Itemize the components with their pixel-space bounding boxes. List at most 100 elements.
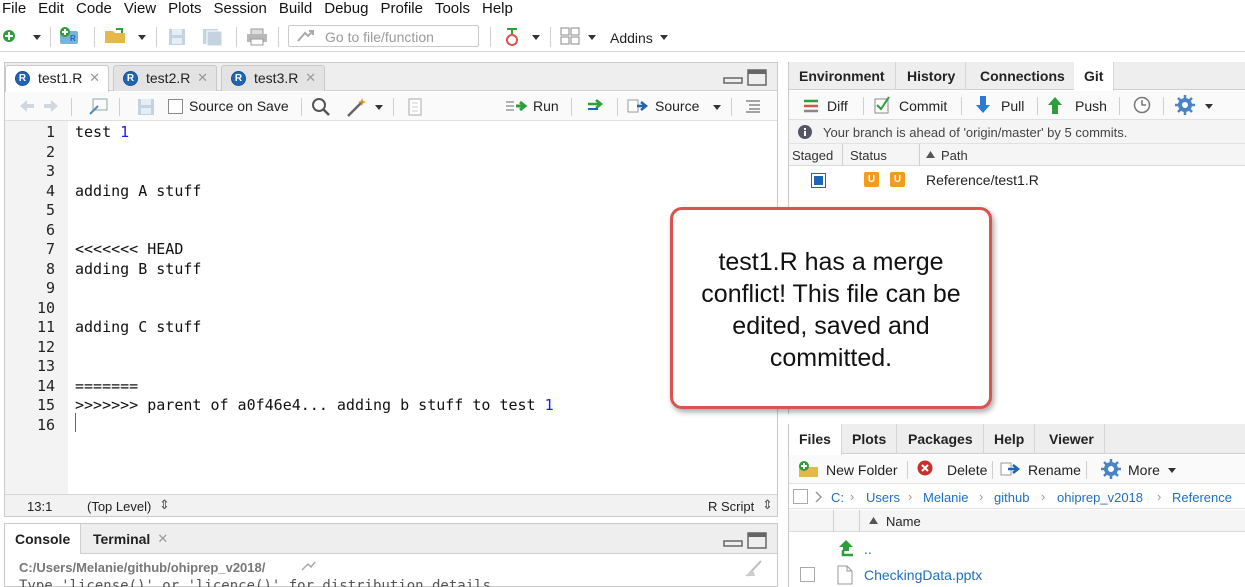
tab-test3-r[interactable]: R test3.R ✕ (221, 65, 325, 91)
code-editor[interactable]: 1 2 3 4 5 6 7 8 9 10 11 12 13 14 15 16 test 1 adding A s… (5, 121, 777, 494)
print-icon[interactable] (246, 28, 268, 46)
file-type-selector[interactable]: R Script (708, 499, 754, 514)
maximize-pane-icon[interactable] (747, 532, 767, 550)
rerun-icon[interactable] (585, 98, 607, 114)
magic-wand-icon[interactable] (345, 96, 369, 118)
tab-files[interactable]: Files (789, 424, 842, 455)
more-button[interactable]: More (1128, 462, 1160, 478)
list-item[interactable]: .. (789, 536, 1245, 562)
menu-build[interactable]: Build (273, 0, 318, 19)
close-icon[interactable]: ✕ (89, 66, 100, 90)
menu-session[interactable]: Session (208, 0, 273, 19)
updown-icon[interactable]: ⇕ (762, 497, 773, 513)
menu-code[interactable]: Code (70, 0, 118, 19)
rename-icon[interactable] (1000, 461, 1022, 477)
tab-git[interactable]: Git (1074, 62, 1115, 91)
menu-view[interactable]: View (118, 0, 162, 19)
table-row[interactable]: U U Reference/test1.R (789, 167, 1245, 193)
commit-icon[interactable] (873, 95, 891, 115)
menu-profile[interactable]: Profile (374, 0, 429, 19)
run-button[interactable]: Run (533, 98, 559, 114)
breadcrumb-users[interactable]: Users (866, 490, 900, 505)
tab-console[interactable]: Console (5, 524, 82, 554)
close-icon[interactable]: ✕ (197, 66, 208, 90)
document-outline-icon[interactable] (745, 99, 761, 113)
save-icon[interactable] (168, 28, 186, 46)
column-name[interactable]: Name (886, 514, 921, 529)
compile-report-icon[interactable] (407, 98, 423, 116)
chevron-down-icon[interactable] (375, 105, 383, 110)
chevron-down-icon[interactable] (713, 105, 721, 110)
vcs-icon[interactable] (504, 26, 524, 48)
column-path[interactable]: Path (941, 148, 968, 163)
chevron-down-icon[interactable] (138, 35, 146, 40)
file-name-link[interactable]: .. (864, 541, 872, 557)
back-arrow-icon[interactable] (19, 99, 35, 113)
run-arrow-icon[interactable] (505, 98, 529, 114)
staged-checkbox[interactable] (811, 173, 826, 188)
file-path[interactable]: Reference/test1.R (926, 172, 1039, 188)
source-button[interactable]: Source (655, 98, 699, 114)
menu-plots[interactable]: Plots (162, 0, 207, 19)
tab-viewer[interactable]: Viewer (1039, 424, 1105, 454)
menu-tools[interactable]: Tools (429, 0, 476, 19)
show-in-window-icon[interactable] (89, 98, 109, 116)
save-all-icon[interactable] (202, 28, 224, 46)
new-folder-icon[interactable] (797, 460, 821, 478)
addins-menu[interactable]: Addins (610, 30, 653, 46)
tab-environment[interactable]: Environment (789, 62, 896, 90)
chevron-down-icon[interactable] (1205, 104, 1213, 109)
minimize-pane-icon[interactable] (723, 75, 743, 85)
menu-edit[interactable]: Edit (32, 0, 70, 19)
source-on-save-checkbox[interactable] (168, 99, 183, 114)
gear-icon[interactable] (1175, 95, 1195, 115)
close-icon[interactable]: ✕ (305, 66, 316, 90)
tab-terminal[interactable]: Terminal ✕ (83, 524, 176, 554)
file-name-link[interactable]: CheckingData.pptx (864, 567, 982, 583)
tab-test1-r[interactable]: R test1.R ✕ (5, 65, 109, 92)
save-icon[interactable] (137, 98, 155, 116)
gear-icon[interactable] (1101, 459, 1121, 479)
chevron-down-icon[interactable] (588, 35, 596, 40)
open-folder-icon[interactable] (104, 27, 130, 45)
maximize-pane-icon[interactable] (747, 69, 767, 87)
forward-arrow-icon[interactable] (43, 99, 59, 113)
column-staged[interactable]: Staged (792, 148, 833, 163)
breadcrumb-ohiprep[interactable]: ohiprep_v2018 (1057, 490, 1143, 505)
go-to-directory-icon[interactable] (301, 560, 317, 572)
new-folder-button[interactable]: New Folder (826, 462, 898, 478)
breadcrumb-reference[interactable]: Reference (1172, 490, 1232, 505)
push-button[interactable]: Push (1075, 98, 1107, 114)
diff-icon[interactable] (803, 98, 819, 114)
push-arrow-icon[interactable] (1047, 95, 1063, 115)
menu-help[interactable]: Help (476, 0, 519, 19)
tab-packages[interactable]: Packages (898, 424, 984, 454)
new-file-icon[interactable] (2, 28, 18, 44)
pane-layout-icon[interactable] (560, 27, 580, 45)
pull-button[interactable]: Pull (1001, 98, 1024, 114)
commit-button[interactable]: Commit (899, 98, 947, 114)
chevron-down-icon[interactable] (1168, 468, 1176, 473)
column-status[interactable]: Status (850, 148, 887, 163)
diff-button[interactable]: Diff (827, 98, 848, 114)
chevron-down-icon[interactable] (33, 35, 41, 40)
tab-test2-r[interactable]: R test2.R ✕ (113, 65, 217, 91)
menu-file[interactable]: File (0, 0, 32, 19)
breadcrumb-c[interactable]: C: (831, 490, 844, 505)
updown-icon[interactable]: ⇕ (159, 497, 170, 513)
tab-history[interactable]: History (897, 62, 967, 90)
go-to-file-input[interactable]: Go to file/function (288, 25, 479, 47)
menu-debug[interactable]: Debug (318, 0, 374, 19)
file-checkbox[interactable] (800, 567, 815, 582)
new-project-icon[interactable]: R (58, 26, 82, 46)
clear-console-icon[interactable] (743, 558, 767, 578)
tab-help[interactable]: Help (984, 424, 1036, 454)
pull-arrow-icon[interactable] (975, 95, 991, 115)
chevron-down-icon[interactable] (660, 35, 668, 40)
select-all-checkbox[interactable] (793, 489, 808, 504)
search-icon[interactable] (311, 97, 331, 117)
delete-icon[interactable] (916, 459, 934, 477)
history-clock-icon[interactable] (1133, 96, 1151, 114)
breadcrumb-melanie[interactable]: Melanie (923, 490, 969, 505)
breadcrumb-github[interactable]: github (994, 490, 1029, 505)
